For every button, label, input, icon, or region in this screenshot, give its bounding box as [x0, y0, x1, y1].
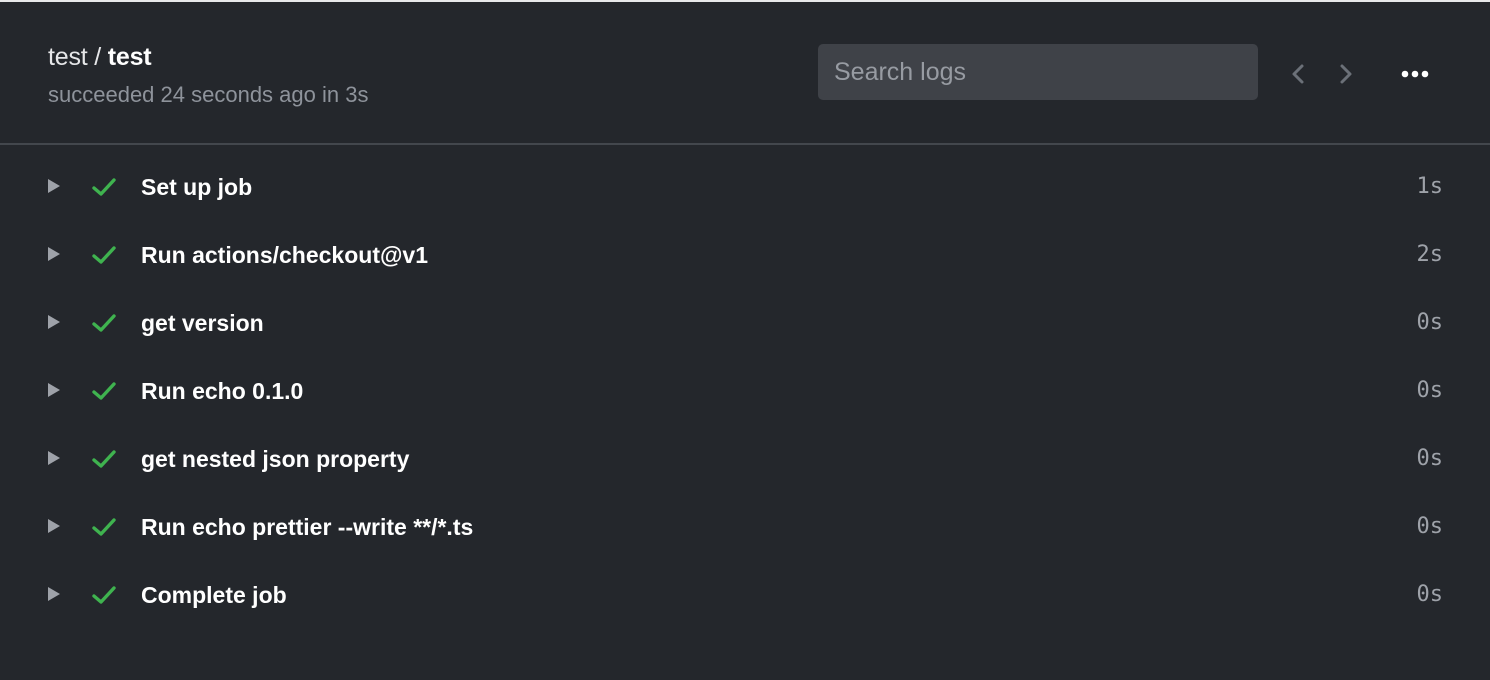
step-row[interactable]: Run echo prettier --write **/*.ts 0s — [0, 493, 1490, 561]
step-duration: 0s — [1416, 582, 1444, 607]
step-name: Run echo 0.1.0 — [141, 378, 304, 404]
step-name: get version — [141, 310, 264, 336]
job-header: test / test succeeded 24 seconds ago in … — [0, 2, 1490, 145]
expand-caret-icon[interactable] — [48, 315, 60, 329]
expand-caret-icon[interactable] — [48, 587, 60, 601]
job-name: test — [107, 43, 152, 71]
step-row[interactable]: Complete job 0s — [0, 561, 1490, 629]
step-name: Run echo prettier --write **/*.ts — [141, 514, 474, 540]
step-duration: 0s — [1416, 446, 1444, 471]
kebab-horizontal-icon — [1401, 70, 1429, 78]
step-row[interactable]: get version 0s — [0, 289, 1490, 357]
step-name: Complete job — [141, 582, 287, 608]
step-row[interactable]: Set up job 1s — [0, 153, 1490, 221]
next-match-button[interactable] — [1334, 60, 1358, 88]
expand-caret-icon[interactable] — [48, 383, 60, 397]
step-duration: 2s — [1416, 242, 1444, 267]
step-duration: 0s — [1416, 310, 1444, 335]
check-icon — [92, 246, 116, 264]
expand-caret-icon[interactable] — [48, 179, 60, 193]
job-status-text: succeeded 24 seconds ago in 3s — [48, 82, 369, 107]
check-icon — [92, 450, 116, 468]
title-separator: / — [87, 43, 108, 71]
step-duration: 0s — [1416, 378, 1444, 403]
step-row[interactable]: Run echo 0.1.0 0s — [0, 357, 1490, 425]
check-icon — [92, 314, 116, 332]
more-options-button[interactable] — [1396, 62, 1434, 86]
check-icon — [92, 586, 116, 604]
expand-caret-icon[interactable] — [48, 247, 60, 261]
expand-caret-icon[interactable] — [48, 519, 60, 533]
step-row[interactable]: Run actions/checkout@v1 2s — [0, 221, 1490, 289]
step-name: Set up job — [141, 174, 253, 200]
chevron-left-icon — [1292, 64, 1304, 84]
check-icon — [92, 518, 116, 536]
check-icon — [92, 382, 116, 400]
step-row[interactable]: get nested json property 0s — [0, 425, 1490, 493]
search-logs-input[interactable] — [818, 44, 1258, 100]
previous-match-button[interactable] — [1286, 60, 1310, 88]
chevron-right-icon — [1340, 64, 1352, 84]
steps-list: Set up job 1s Run actions/checkout@v1 2s… — [0, 153, 1490, 629]
check-icon — [92, 178, 116, 196]
expand-caret-icon[interactable] — [48, 451, 60, 465]
step-duration: 1s — [1416, 174, 1444, 199]
step-name: get nested json property — [141, 446, 410, 472]
step-name: Run actions/checkout@v1 — [141, 242, 428, 268]
job-title: test / test — [48, 43, 152, 72]
step-duration: 0s — [1416, 514, 1444, 539]
workflow-name: test — [48, 43, 88, 71]
